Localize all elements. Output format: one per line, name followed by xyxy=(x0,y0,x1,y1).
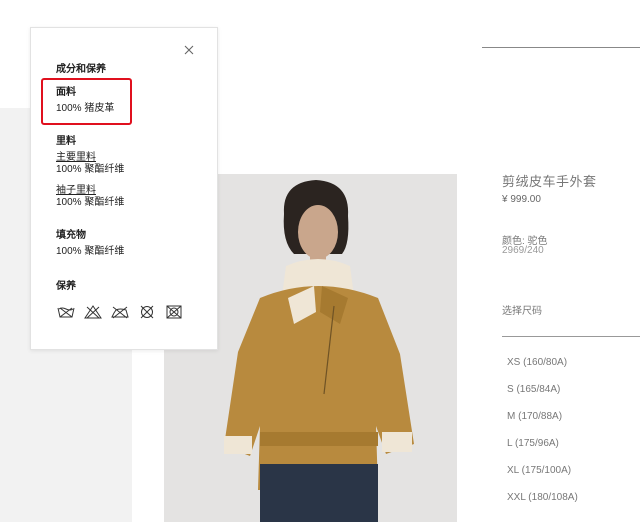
sleeve-lining-title: 袖子里料 xyxy=(56,185,96,196)
size-option-xl[interactable]: XL (175/100A) xyxy=(507,465,571,476)
sleeve-lining-value: 100% 聚酯纤维 xyxy=(56,197,125,208)
main-lining-value: 100% 聚酯纤维 xyxy=(56,164,125,175)
divider xyxy=(502,336,640,337)
size-option-xxl[interactable]: XXL (180/108A) xyxy=(507,492,578,503)
no-dry-clean-icon xyxy=(138,305,156,319)
fabric-highlight-box xyxy=(41,78,132,125)
size-option-s[interactable]: S (165/84A) xyxy=(507,384,560,395)
main-lining-title: 主要里料 xyxy=(56,152,96,163)
iron-icon xyxy=(111,305,129,319)
wash-icon xyxy=(57,305,75,319)
product-price: ¥ 999.00 xyxy=(502,194,541,205)
filling-value: 100% 聚酯纤维 xyxy=(56,246,125,257)
size-option-m[interactable]: M (170/88A) xyxy=(507,411,562,422)
size-select-label: 选择尺码 xyxy=(502,306,542,317)
filling-title: 填充物 xyxy=(56,230,86,241)
size-option-xs[interactable]: XS (160/80A) xyxy=(507,357,567,368)
size-option-l[interactable]: L (175/96A) xyxy=(507,438,559,449)
no-bleach-icon xyxy=(84,305,102,319)
care-title: 保养 xyxy=(56,281,76,292)
lining-title: 里料 xyxy=(56,136,76,147)
fabric-title: 面料 xyxy=(56,87,76,98)
close-icon[interactable] xyxy=(182,43,196,57)
product-name: 剪绒皮车手外套 xyxy=(502,174,597,189)
fabric-value: 100% 猪皮革 xyxy=(56,103,115,114)
no-tumble-dry-icon xyxy=(165,305,183,319)
care-icons xyxy=(57,305,183,319)
divider xyxy=(482,47,640,48)
composition-heading: 成分和保养 xyxy=(56,64,106,75)
product-reference: 2969/240 xyxy=(502,245,544,256)
